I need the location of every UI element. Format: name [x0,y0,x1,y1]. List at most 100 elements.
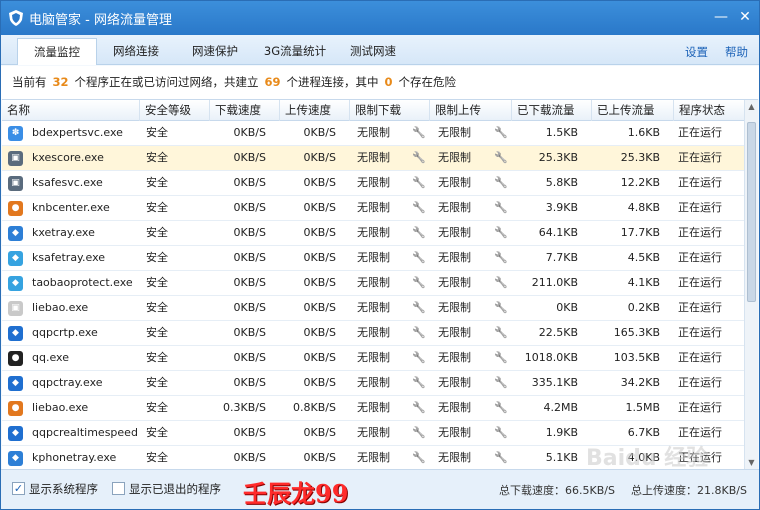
limit-upload-wrench-icon[interactable]: 🔧 [494,301,508,315]
limit-download-wrench-icon[interactable]: 🔧 [412,201,426,215]
limit-download-wrench-icon[interactable]: 🔧 [412,151,426,165]
cell-downed: 0KB [556,301,578,314]
limit-upload-wrench-icon[interactable]: 🔧 [494,326,508,340]
col-limit-download[interactable]: 限制下载 [350,100,430,121]
limit-upload-wrench-icon[interactable]: 🔧 [494,426,508,440]
process-name: knbcenter.exe [32,201,110,214]
limit-download-wrench-icon[interactable]: 🔧 [412,426,426,440]
scroll-up-icon[interactable]: ▲ [745,100,758,114]
cell-limdown: 无限制 [357,176,390,189]
limit-upload-wrench-icon[interactable]: 🔧 [494,251,508,265]
cell-limdown: 无限制 [357,401,390,414]
col-upload-speed[interactable]: 上传速度 [280,100,350,121]
col-downloaded[interactable]: 已下载流量 [512,100,592,121]
show-exited-checkbox[interactable]: ✓ [112,482,125,495]
table-row[interactable]: ● knbcenter.exe 安全 0KB/S 0KB/S 无限制 无限制 3.9KB 4.8… [2,196,744,221]
help-link[interactable]: 帮助 [725,44,748,60]
cell-status: 正在运行 [678,226,722,239]
col-safety[interactable]: 安全等级 [140,100,210,121]
limit-upload-wrench-icon[interactable]: 🔧 [494,451,508,465]
table-row[interactable]: ◆ qqpctray.exe 安全 0KB/S 0KB/S 无限制 无限制 335.1KB 34… [2,371,744,396]
table-row[interactable]: ✽ bdexpertsvc.exe 安全 0KB/S 0KB/S 无限制 无限制 1.5KB 1… [2,121,744,146]
close-button[interactable]: ✕ [735,7,755,27]
cell-status: 正在运行 [678,151,722,164]
cell-down: 0KB/S [233,301,266,314]
cell-limup: 无限制 [438,451,471,464]
col-name[interactable]: 名称 [2,100,140,121]
limit-upload-wrench-icon[interactable]: 🔧 [494,151,508,165]
cell-uped: 34.2KB [620,376,660,389]
limit-download-wrench-icon[interactable]: 🔧 [412,376,426,390]
tab-speed-test[interactable]: 测试网速 [337,38,409,65]
limit-download-wrench-icon[interactable]: 🔧 [412,226,426,240]
limit-download-wrench-icon[interactable]: 🔧 [412,176,426,190]
limit-upload-wrench-icon[interactable]: 🔧 [494,351,508,365]
window-title: 电脑管家 - 网络流量管理 [29,13,172,28]
table-row[interactable]: ● qq.exe 安全 0KB/S 0KB/S 无限制 无限制 1018.0KB 103.5KB… [2,346,744,371]
limit-download-wrench-icon[interactable]: 🔧 [412,301,426,315]
table-row[interactable]: ◆ taobaoprotect.exe 安全 0KB/S 0KB/S 无限制 无限制 211.… [2,271,744,296]
limit-upload-wrench-icon[interactable]: 🔧 [494,401,508,415]
table-row[interactable]: ▣ liebao.exe 安全 0KB/S 0KB/S 无限制 无限制 0KB 0.2KB 正在运… [2,296,744,321]
tab-traffic-monitor[interactable]: 流量监控 [17,38,97,65]
table-row[interactable]: ▣ kxescore.exe 安全 0KB/S 0KB/S 无限制 无限制 25.3KB 25.… [2,146,744,171]
cell-limdown: 无限制 [357,376,390,389]
limit-download-wrench-icon[interactable]: 🔧 [412,401,426,415]
shield-icon: ◆ [8,426,23,441]
cell-up: 0KB/S [303,426,336,439]
limit-upload-wrench-icon[interactable]: 🔧 [494,201,508,215]
table-row[interactable]: ◆ kphonetray.exe 安全 0KB/S 0KB/S 无限制 无限制 5.1KB 4.… [2,446,744,469]
cell-uped: 4.8KB [627,201,660,214]
col-uploaded[interactable]: 已上传流量 [592,100,674,121]
cell-safety: 安全 [146,376,168,389]
process-name: qq.exe [32,351,69,364]
limit-download-wrench-icon[interactable]: 🔧 [412,451,426,465]
limit-upload-wrench-icon[interactable]: 🔧 [494,276,508,290]
cell-safety: 安全 [146,451,168,464]
cell-uped: 165.3KB [613,326,660,339]
app-window-icon: ▣ [8,151,23,166]
limit-download-wrench-icon[interactable]: 🔧 [412,326,426,340]
table-row[interactable]: ◆ ksafetray.exe 安全 0KB/S 0KB/S 无限制 无限制 7.7KB 4.5… [2,246,744,271]
tab-speed-protection[interactable]: 网速保护 [179,38,251,65]
limit-download-wrench-icon[interactable]: 🔧 [412,126,426,140]
table-row[interactable]: ◆ qqpcrtp.exe 安全 0KB/S 0KB/S 无限制 无限制 22.5KB 165.… [2,321,744,346]
limit-upload-wrench-icon[interactable]: 🔧 [494,376,508,390]
shield-icon: ◆ [8,226,23,241]
cell-downed: 1.9KB [545,426,578,439]
tab-3g-stats[interactable]: 3G流量统计 [257,38,333,65]
limit-download-wrench-icon[interactable]: 🔧 [412,251,426,265]
cell-uped: 25.3KB [620,151,660,164]
table-row[interactable]: ● liebao.exe 安全 0.3KB/S 0.8KB/S 无限制 无限制 4.2MB 1.… [2,396,744,421]
cell-safety: 安全 [146,126,168,139]
scroll-down-icon[interactable]: ▼ [745,456,758,469]
vertical-scrollbar[interactable]: ▲ ▼ [744,100,758,469]
cell-downed: 7.7KB [545,251,578,264]
cell-downed: 4.2MB [543,401,578,414]
minimize-button[interactable]: — [711,7,731,27]
cell-uped: 4.1KB [627,276,660,289]
limit-download-wrench-icon[interactable]: 🔧 [412,276,426,290]
app-window-icon: ▣ [8,301,23,316]
tab-network-connections[interactable]: 网络连接 [101,38,171,65]
limit-upload-wrench-icon[interactable]: 🔧 [494,226,508,240]
limit-download-wrench-icon[interactable]: 🔧 [412,351,426,365]
scroll-thumb[interactable] [747,122,756,302]
limit-upload-wrench-icon[interactable]: 🔧 [494,126,508,140]
cell-downed: 211.0KB [531,276,578,289]
cell-down: 0KB/S [233,426,266,439]
col-download-speed[interactable]: 下载速度 [210,100,280,121]
col-limit-upload[interactable]: 限制上传 [430,100,512,121]
cell-up: 0KB/S [303,126,336,139]
table-row[interactable]: ◆ qqpcrealtimespeed... 安全 0KB/S 0KB/S 无限制 无限制 1… [2,421,744,446]
col-status[interactable]: 程序状态 [674,100,744,121]
cell-down: 0KB/S [233,226,266,239]
settings-link[interactable]: 设置 [685,44,708,60]
table-row[interactable]: ▣ ksafesvc.exe 安全 0KB/S 0KB/S 无限制 无限制 5.8KB 12.2… [2,171,744,196]
cell-down: 0KB/S [233,201,266,214]
phone-icon: ◆ [8,451,23,466]
limit-upload-wrench-icon[interactable]: 🔧 [494,176,508,190]
show-system-checkbox[interactable]: ✓ [12,482,25,495]
table-row[interactable]: ◆ kxetray.exe 安全 0KB/S 0KB/S 无限制 无限制 64.1KB 17.7… [2,221,744,246]
cell-status: 正在运行 [678,451,722,464]
